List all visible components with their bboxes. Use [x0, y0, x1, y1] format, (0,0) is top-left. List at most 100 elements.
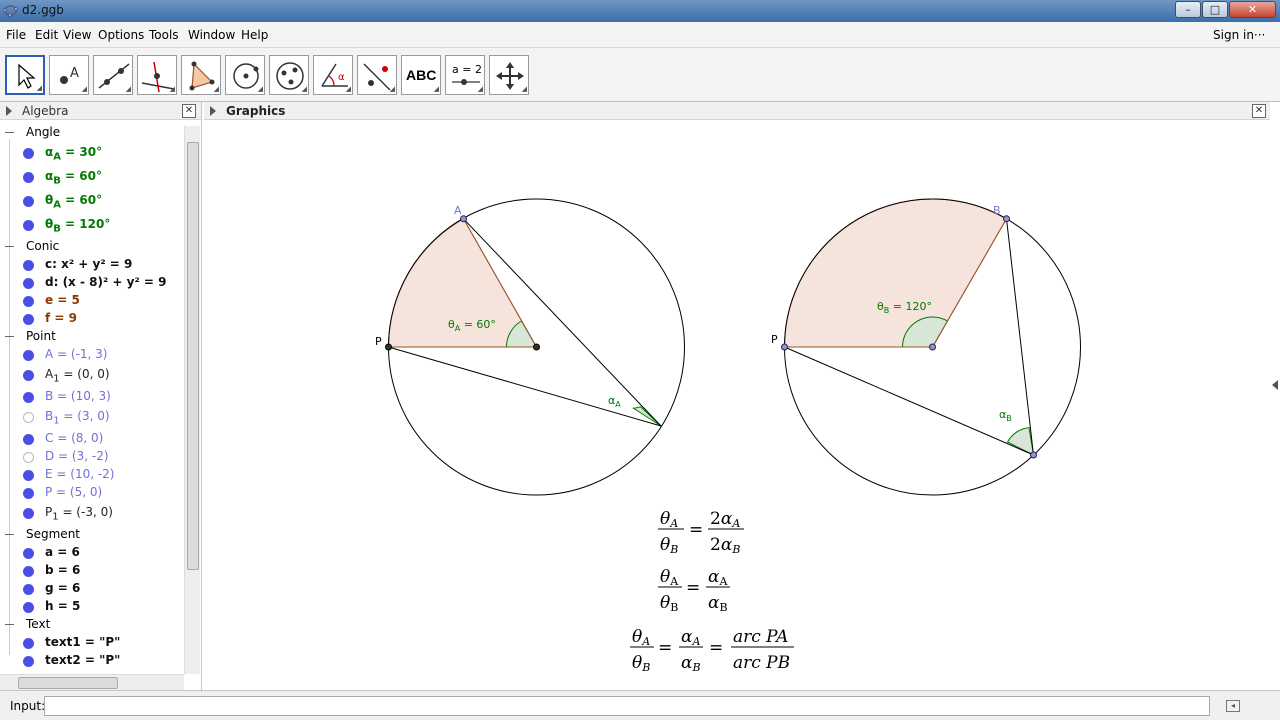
slider-tool-button[interactable]: a = 2 ◢: [445, 55, 485, 95]
algebra-vertical-scrollbar[interactable]: [184, 126, 200, 674]
point-b[interactable]: B = (10, 3): [45, 389, 111, 403]
menu-help[interactable]: Help: [241, 28, 268, 42]
menu-tools[interactable]: Tools: [149, 28, 179, 42]
group-point[interactable]: Point: [26, 329, 56, 343]
segment-b[interactable]: b = 6: [45, 563, 80, 577]
menu-window[interactable]: Window: [188, 28, 235, 42]
group-text[interactable]: Text: [26, 617, 50, 631]
visibility-dot[interactable]: [23, 314, 34, 325]
point-b1-dot[interactable]: [929, 343, 936, 351]
input-field[interactable]: [44, 696, 1210, 716]
visibility-dot[interactable]: [23, 392, 34, 403]
collapse-text-icon[interactable]: [5, 624, 14, 625]
angle-tool-button[interactable]: α ◢: [313, 55, 353, 95]
visibility-dot[interactable]: [23, 508, 34, 519]
collapse-angle-icon[interactable]: [5, 132, 14, 133]
hidden-dot[interactable]: [23, 452, 34, 463]
group-conic[interactable]: Conic: [26, 239, 59, 253]
visibility-dot[interactable]: [23, 196, 34, 207]
segment-a[interactable]: a = 6: [45, 545, 80, 559]
expand-arrow-icon[interactable]: [6, 106, 12, 116]
segment-h[interactable]: h = 5: [45, 599, 80, 613]
visibility-dot[interactable]: [23, 350, 34, 361]
conic-e[interactable]: e = 5: [45, 293, 80, 307]
menu-options[interactable]: Options: [98, 28, 144, 42]
minimize-button[interactable]: –: [1175, 1, 1201, 18]
ellipse-tool-button[interactable]: ◢: [269, 55, 309, 95]
text-tool-button[interactable]: ABC ◢: [401, 55, 441, 95]
scroll-thumb[interactable]: [187, 142, 199, 570]
scroll-thumb[interactable]: [18, 677, 118, 689]
point-d-dot[interactable]: [1030, 451, 1037, 459]
segment-g[interactable]: g = 6: [45, 581, 80, 595]
point-c[interactable]: C = (8, 0): [45, 431, 103, 445]
visibility-dot[interactable]: [23, 434, 34, 445]
visibility-dot[interactable]: [23, 656, 34, 667]
hidden-dot[interactable]: [23, 412, 34, 423]
polygon-tool-button[interactable]: ◢: [181, 55, 221, 95]
collapse-segment-icon[interactable]: [5, 534, 14, 535]
conic-c[interactable]: c: x² + y² = 9: [45, 257, 132, 271]
visibility-dot[interactable]: [23, 278, 34, 289]
point-tool-button[interactable]: A ◢: [49, 55, 89, 95]
point-b-dot[interactable]: [1003, 215, 1010, 223]
algebra-horizontal-scrollbar[interactable]: [0, 674, 184, 690]
group-angle[interactable]: Angle: [26, 125, 60, 139]
angle-alpha-a[interactable]: αA = 30°: [45, 145, 102, 162]
menu-edit[interactable]: Edit: [35, 28, 58, 42]
expand-arrow-icon[interactable]: [210, 106, 216, 116]
text-text1[interactable]: text1 = "P": [45, 635, 120, 649]
visibility-dot[interactable]: [23, 370, 34, 381]
visibility-dot[interactable]: [23, 488, 34, 499]
input-bar: Input: ◂: [0, 690, 1280, 720]
point-p[interactable]: P = (5, 0): [45, 485, 102, 499]
svg-text:2αB: 2αB: [710, 535, 740, 556]
angle-theta-b[interactable]: θB = 120°: [45, 217, 110, 234]
maximize-button[interactable]: □: [1202, 1, 1228, 18]
visibility-dot[interactable]: [23, 148, 34, 159]
keyboard-icon[interactable]: ◂: [1226, 700, 1240, 712]
visibility-dot[interactable]: [23, 296, 34, 307]
point-a[interactable]: A = (-1, 3): [45, 347, 107, 361]
line-tool-button[interactable]: ◢: [93, 55, 133, 95]
move-tool-button[interactable]: ◢: [5, 55, 45, 95]
visibility-dot[interactable]: [23, 602, 34, 613]
collapse-conic-icon[interactable]: [5, 246, 14, 247]
point-b1[interactable]: B1 = (3, 0): [45, 409, 110, 426]
graphics-title: Graphics: [226, 104, 286, 118]
visibility-dot[interactable]: [23, 172, 34, 183]
visibility-dot[interactable]: [23, 548, 34, 559]
reflect-tool-button[interactable]: ◢: [357, 55, 397, 95]
menu-view[interactable]: View: [63, 28, 91, 42]
side-panel-arrow-icon[interactable]: [1272, 380, 1278, 390]
conic-f[interactable]: f = 9: [45, 311, 77, 325]
visibility-dot[interactable]: [23, 220, 34, 231]
angle-theta-a[interactable]: θA = 60°: [45, 193, 102, 210]
conic-d[interactable]: d: (x - 8)² + y² = 9: [45, 275, 166, 289]
close-graphics-icon[interactable]: ✕: [1252, 104, 1266, 118]
perpendicular-tool-button[interactable]: ◢: [137, 55, 177, 95]
text-text2[interactable]: text2 = "P": [45, 653, 120, 667]
visibility-dot[interactable]: [23, 566, 34, 577]
point-e[interactable]: E = (10, -2): [45, 467, 115, 481]
graphics-canvas[interactable]: A P θA = 60° αA B P θB = 120° αB θA θB =…: [204, 121, 1268, 690]
visibility-dot[interactable]: [23, 470, 34, 481]
circle-tool-button[interactable]: ◢: [225, 55, 265, 95]
sign-in-link[interactable]: Sign in···: [1213, 28, 1265, 42]
point-p1-dot[interactable]: [385, 343, 392, 351]
close-window-button[interactable]: ✕: [1229, 1, 1276, 18]
close-algebra-icon[interactable]: ✕: [182, 104, 196, 118]
point-d[interactable]: D = (3, -2): [45, 449, 109, 463]
visibility-dot[interactable]: [23, 260, 34, 271]
collapse-point-icon[interactable]: [5, 336, 14, 337]
visibility-dot[interactable]: [23, 638, 34, 649]
move-graphics-tool-button[interactable]: ◢: [489, 55, 529, 95]
point-a1-dot[interactable]: [533, 343, 540, 351]
visibility-dot[interactable]: [23, 584, 34, 595]
menu-file[interactable]: File: [6, 28, 26, 42]
group-segment[interactable]: Segment: [26, 527, 80, 541]
point-p-dot[interactable]: [781, 343, 788, 351]
point-a1[interactable]: A1 = (0, 0): [45, 367, 110, 384]
point-p1[interactable]: P1 = (-3, 0): [45, 505, 113, 522]
angle-alpha-b[interactable]: αB = 60°: [45, 169, 102, 186]
